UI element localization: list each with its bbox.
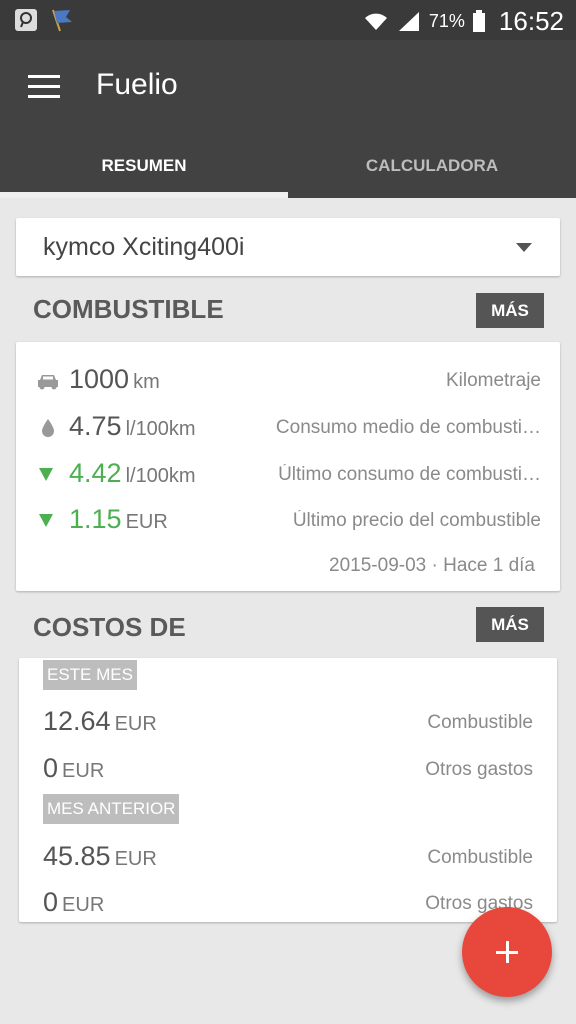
- period-label-last-month: MES ANTERIOR: [43, 794, 180, 824]
- notification-app-icon: [15, 9, 37, 31]
- status-bar: 71% 16:52: [0, 0, 576, 40]
- battery-percentage: 71%: [428, 10, 465, 31]
- cost-row: 0 EUR Otros gastos: [43, 883, 533, 922]
- dropdown-arrow-icon: [516, 243, 532, 252]
- menu-icon[interactable]: [28, 75, 60, 99]
- last-price-value: 1.15 EUR: [69, 504, 168, 534]
- period-label-this-month: ESTE MES: [43, 660, 137, 690]
- drop-icon: [42, 419, 54, 437]
- cost-value: 12.64 EUR: [43, 706, 157, 736]
- last-price-label: Último precio del combustible: [292, 510, 541, 531]
- cost-row: 0 EUR Otros gastos: [43, 749, 533, 789]
- fuel-row-mileage: 1000 km Kilometraje: [36, 360, 541, 400]
- trend-down-icon: [36, 466, 60, 484]
- avg-consumption-value: 4.75 l/100km: [69, 411, 196, 441]
- trend-down-icon: [36, 512, 60, 530]
- last-consumption-label: Último consumo de combusti…: [278, 464, 541, 485]
- fuel-card: 1000 km Kilometraje 4.75 l/100km Consumo m…: [16, 342, 560, 591]
- vehicle-name: kymco Xciting400i: [43, 233, 245, 261]
- cost-value: 0 EUR: [43, 887, 105, 917]
- tab-bar: RESUMEN CALCULADORA: [0, 140, 576, 198]
- cost-label: Combustible: [427, 712, 533, 733]
- cost-value: 45.85 EUR: [43, 841, 157, 871]
- cost-value: 0 EUR: [43, 753, 105, 783]
- last-consumption-value: 4.42 l/100km: [69, 458, 196, 488]
- avg-consumption-label: Consumo medio de combusti…: [275, 417, 541, 438]
- app-title: Fuelio: [96, 68, 178, 101]
- cost-row: 12.64 EUR Combustible: [43, 702, 533, 742]
- fuel-row-last-price: 1.15 EUR Último precio del combustible: [36, 500, 541, 540]
- car-icon: [38, 375, 58, 390]
- flag-icon: [52, 9, 72, 32]
- wifi-icon: [364, 13, 387, 30]
- tab-resumen[interactable]: RESUMEN: [0, 140, 288, 198]
- battery-icon: [472, 10, 485, 32]
- mileage-label: Kilometraje: [445, 370, 541, 391]
- costs-more-button[interactable]: MÁS: [476, 607, 544, 642]
- cost-row: 45.85 EUR Combustible: [43, 837, 533, 877]
- clock: 16:52: [498, 5, 564, 36]
- last-fillup-date: 2015-09-03 · Hace 1 día: [329, 555, 535, 576]
- costs-section-title: COSTOS DE: [33, 612, 186, 642]
- cost-label: Combustible: [427, 847, 533, 868]
- add-fab-button[interactable]: [462, 907, 552, 997]
- fuel-section-title: COMBUSTIBLE: [33, 294, 224, 324]
- app-bar: Fuelio RESUMEN CALCULADORA: [0, 40, 576, 198]
- fuel-row-last-consumption: 4.42 l/100km Último consumo de combusti…: [36, 454, 541, 494]
- mileage-value: 1000 km: [69, 364, 160, 394]
- fuel-more-button[interactable]: MÁS: [476, 293, 544, 328]
- tab-calculadora[interactable]: CALCULADORA: [288, 140, 576, 198]
- fuel-row-avg-consumption: 4.75 l/100km Consumo medio de combusti…: [36, 407, 541, 447]
- cost-label: Otros gastos: [425, 759, 533, 780]
- vehicle-selector[interactable]: kymco Xciting400i: [16, 218, 560, 276]
- signal-icon: [398, 12, 419, 31]
- costs-card: ESTE MES 12.64 EUR Combustible 0 EUR Otros…: [19, 658, 557, 922]
